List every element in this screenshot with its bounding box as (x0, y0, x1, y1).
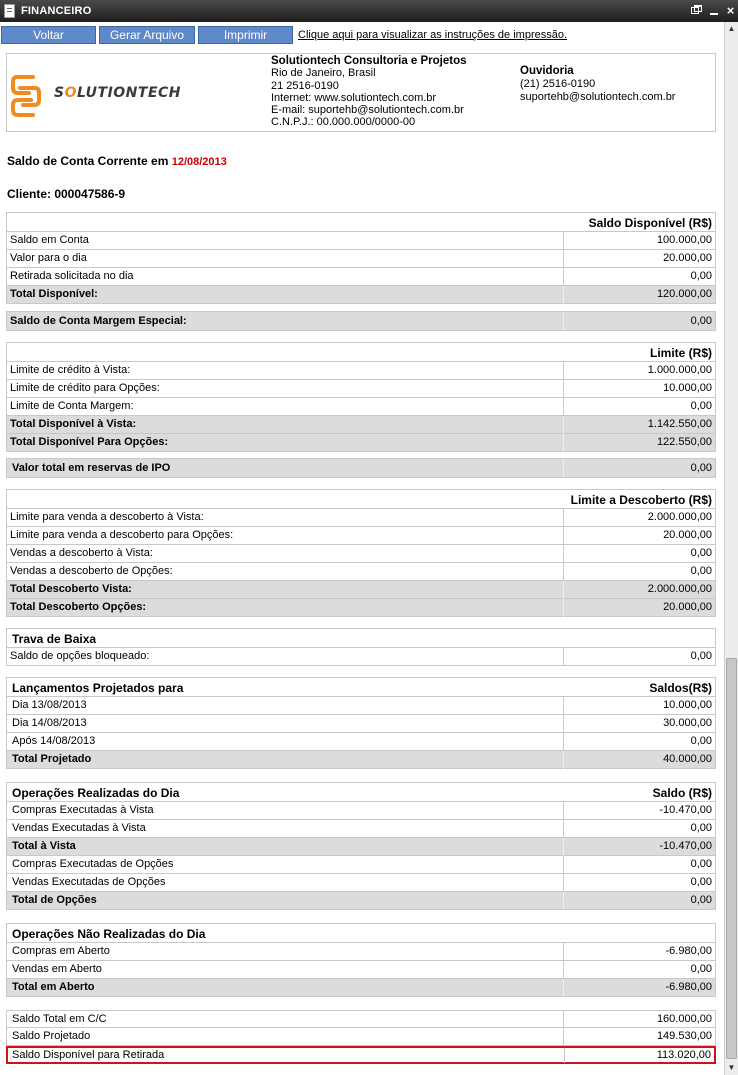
statement-date: 12/08/2013 (171, 156, 227, 168)
restore-window-icon[interactable] (690, 4, 703, 17)
window-titlebar: FINANCEIRO × (0, 0, 738, 22)
total-row: Total à Vista -10.470,00 (6, 838, 716, 856)
company-info: Solutiontech Consultoria e Projetos Rio … (271, 55, 467, 129)
credit-limit-section: Limite (R$) Limite de crédito à Vista: 1.… (6, 342, 716, 452)
total-row: Valor total em reservas de IPO 0,00 (6, 458, 716, 478)
company-email: E-mail: suportehb@solutiontech.com.br (271, 104, 464, 117)
total-row: Total em Aberto -6.980,00 (6, 979, 716, 997)
company-website: Internet: www.solutiontech.com.br (271, 91, 437, 104)
lock-section: Trava de Baixa Saldo de opções bloqueado… (6, 628, 716, 666)
print-instructions-link[interactable]: Clique aqui para visualizar as instruçõe… (298, 29, 567, 41)
document-icon (4, 4, 15, 18)
statement-heading: Saldo de Conta Corrente em 12/08/2013 (7, 154, 227, 168)
table-row: Saldo de opções bloqueado: 0,00 (6, 648, 716, 666)
table-row: Limite para venda a descoberto à Vista: 2… (6, 509, 716, 527)
total-row: Total Disponível: 120.000,00 (6, 286, 716, 304)
section-header: Operações Não Realizadas do Dia (6, 923, 716, 943)
scroll-up-icon[interactable]: ▲ (725, 22, 738, 36)
table-row: Vendas a descoberto à Vista: 0,00 (6, 545, 716, 563)
company-cnpj: C.N.P.J.: 00.000.000/0000-00 (271, 116, 416, 129)
section-header: Limite a Descoberto (R$) (6, 489, 716, 509)
generate-file-button[interactable]: Gerar Arquivo (99, 26, 195, 44)
table-row: Dia 13/08/2013 10.000,00 (6, 697, 716, 715)
ombudsman-info: Ouvidoria (21) 2516-0190 suportehb@solut… (520, 65, 675, 104)
company-header: SOLUTIONTECH Solutiontech Consultoria e … (6, 53, 716, 132)
short-limit-section: Limite a Descoberto (R$) Limite para ven… (6, 489, 716, 617)
section-header: Limite (R$) (6, 342, 716, 362)
table-row: Retirada solicitada no dia 0,00 (6, 268, 716, 286)
minimize-icon[interactable] (708, 4, 721, 17)
projected-section: Lançamentos Projetados para Saldos(R$) Di… (6, 677, 716, 769)
window-title: FINANCEIRO (21, 5, 92, 17)
total-row: Total Descoberto Vista: 2.000.000,00 (6, 581, 716, 599)
table-row: Vendas Executadas de Opções 0,00 (6, 874, 716, 892)
open-operations-section: Operações Não Realizadas do Dia Compras … (6, 923, 716, 997)
table-row: Após 14/08/2013 0,00 (6, 733, 716, 751)
total-row: Total Disponível à Vista: 1.142.550,00 (6, 416, 716, 434)
company-city: Rio de Janeiro, Brasil (271, 67, 376, 80)
print-button[interactable]: Imprimir (198, 26, 293, 44)
total-row: Total Projetado 40.000,00 (6, 751, 716, 769)
vertical-scrollbar[interactable]: ▲ ▼ (724, 22, 738, 1075)
table-row: Compras Executadas de Opções 0,00 (6, 856, 716, 874)
total-row: Saldo de Conta Margem Especial: 0,00 (6, 311, 716, 331)
solutiontech-logo-icon (11, 75, 41, 117)
section-header: Lançamentos Projetados para Saldos(R$) (6, 677, 716, 697)
ipo-reserve-section: Valor total em reservas de IPO 0,00 (6, 458, 716, 478)
table-row: Limite de crédito para Opções: 10.000,00 (6, 380, 716, 398)
available-balance-section: Saldo Disponível (R$) Saldo em Conta 100.… (6, 212, 716, 304)
table-row: Saldo em Conta 100.000,00 (6, 232, 716, 250)
section-header: Saldo Disponível (R$) (6, 212, 716, 232)
total-row: Total Disponível Para Opções: 122.550,00 (6, 434, 716, 452)
table-row: Compras em Aberto -6.980,00 (6, 943, 716, 961)
scrollbar-thumb[interactable] (726, 658, 737, 1059)
scroll-down-icon[interactable]: ▼ (725, 1061, 738, 1075)
report-content[interactable]: Voltar Gerar Arquivo Imprimir Clique aqu… (0, 22, 724, 1075)
table-row: Limite de crédito à Vista: 1.000.000,00 (6, 362, 716, 380)
table-row: Vendas a descoberto de Opções: 0,00 (6, 563, 716, 581)
client-id: Cliente: 000047586-9 (7, 187, 126, 201)
back-button[interactable]: Voltar (1, 26, 96, 44)
margin-balance-section: Saldo de Conta Margem Especial: 0,00 (6, 311, 716, 331)
company-name: Solutiontech Consultoria e Projetos (271, 55, 467, 67)
table-row: Compras Executadas à Vista -10.470,00 (6, 802, 716, 820)
ombudsman-phone: (21) 2516-0190 (520, 78, 596, 90)
ombudsman-email: suportehb@solutiontech.com.br (520, 91, 676, 103)
table-row: Limite para venda a descoberto para Opçõ… (6, 527, 716, 545)
table-row: Valor para o dia 20.000,00 (6, 250, 716, 268)
total-row: Total Descoberto Opções: 20.000,00 (6, 599, 716, 617)
total-row: Total de Opções 0,00 (6, 892, 716, 910)
company-phone: 21 2516-0190 (271, 79, 339, 92)
table-row: Vendas em Aberto 0,00 (6, 961, 716, 979)
section-header: Operações Realizadas do Dia Saldo (R$) (6, 782, 716, 802)
section-header: Trava de Baixa (6, 628, 716, 648)
withdrawal-available-row: Saldo Disponível para Retirada 113.020,00 (6, 1046, 716, 1064)
table-row: Dia 14/08/2013 30.000,00 (6, 715, 716, 733)
summary-section: Saldo Total em C/C 160.000,00 Saldo Proje… (6, 1010, 716, 1064)
executed-operations-section: Operações Realizadas do Dia Saldo (R$) Co… (6, 782, 716, 910)
table-row: Vendas Executadas à Vista 0,00 (6, 820, 716, 838)
close-icon[interactable]: × (724, 4, 737, 17)
table-row: Saldo Projetado 149.530,00 (6, 1028, 716, 1046)
table-row: Saldo Total em C/C 160.000,00 (6, 1010, 716, 1028)
ombudsman-title: Ouvidoria (520, 65, 574, 77)
table-row: Limite de Conta Margem: 0,00 (6, 398, 716, 416)
logo-wordmark: SOLUTIONTECH (54, 85, 182, 101)
